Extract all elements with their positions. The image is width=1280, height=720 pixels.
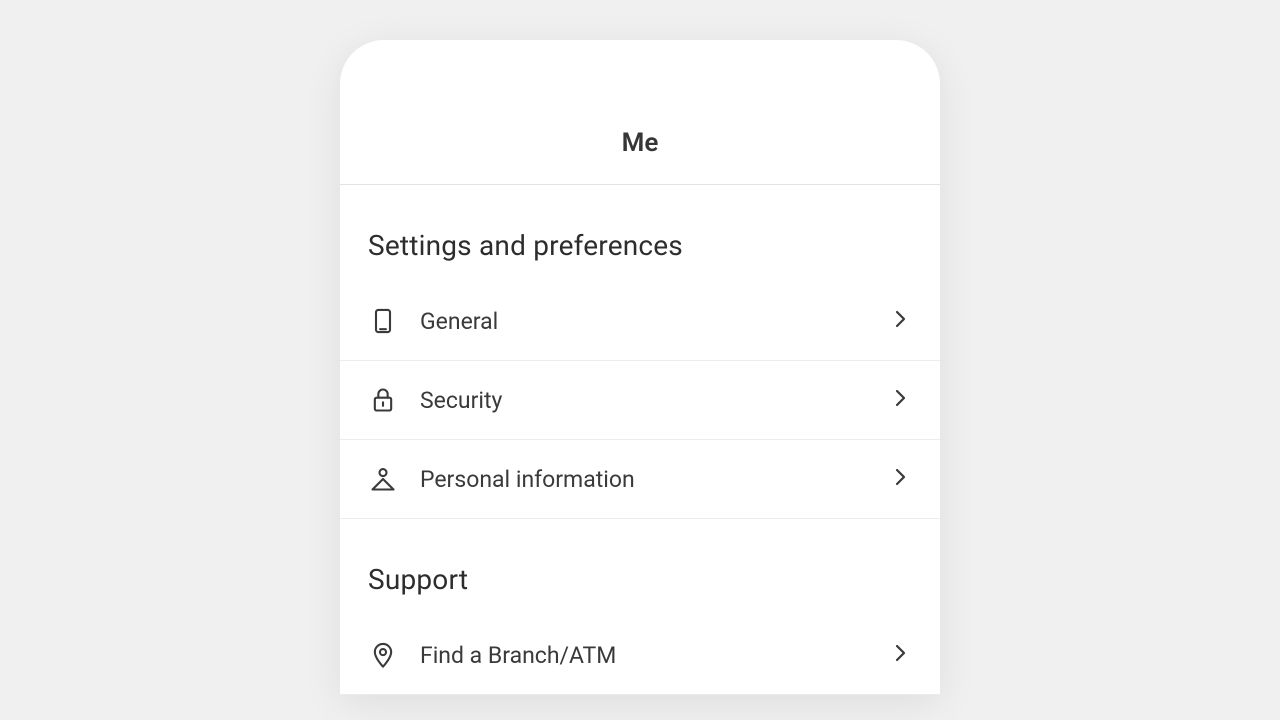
chevron-right-icon: [888, 641, 912, 669]
list-item-label: Find a Branch/ATM: [420, 642, 866, 669]
section-title: Settings and preferences: [368, 229, 912, 262]
chevron-right-icon: [888, 307, 912, 335]
page-title: Me: [340, 128, 940, 158]
list-item-general[interactable]: General: [340, 282, 940, 361]
section-title: Support: [368, 563, 912, 596]
page-header: Me: [340, 40, 940, 185]
chevron-right-icon: [888, 386, 912, 414]
list-item-label: General: [420, 308, 866, 335]
list-item-label: Security: [420, 387, 866, 414]
chevron-right-icon: [888, 465, 912, 493]
list-item-find-branch[interactable]: Find a Branch/ATM: [340, 616, 940, 695]
section-header-settings: Settings and preferences: [340, 185, 940, 282]
section-header-support: Support: [340, 519, 940, 616]
location-pin-icon: [368, 640, 398, 670]
lock-icon: [368, 385, 398, 415]
person-icon: [368, 464, 398, 494]
phone-frame: Me Settings and preferences General: [340, 40, 940, 695]
device-icon: [368, 306, 398, 336]
support-list: Find a Branch/ATM: [340, 616, 940, 695]
settings-list: General Security: [340, 282, 940, 519]
list-item-personal[interactable]: Personal information: [340, 440, 940, 519]
list-item-label: Personal information: [420, 466, 866, 493]
list-item-security[interactable]: Security: [340, 361, 940, 440]
